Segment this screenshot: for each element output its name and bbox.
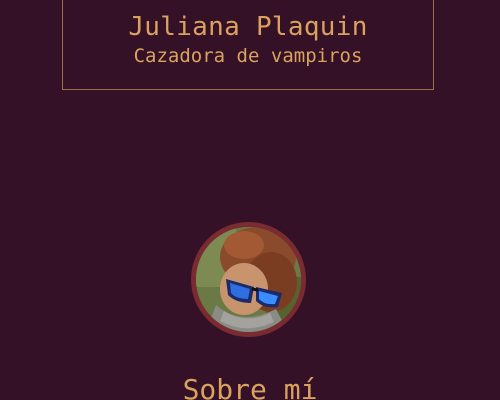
profile-name: Juliana Plaquin	[128, 12, 368, 42]
avatar-photo-icon	[196, 227, 301, 332]
avatar	[191, 222, 306, 337]
profile-tagline: Cazadora de vampiros	[133, 45, 363, 67]
header-card: Juliana Plaquin Cazadora de vampiros	[62, 0, 434, 90]
section-title-about: Sobre mí	[182, 373, 318, 400]
